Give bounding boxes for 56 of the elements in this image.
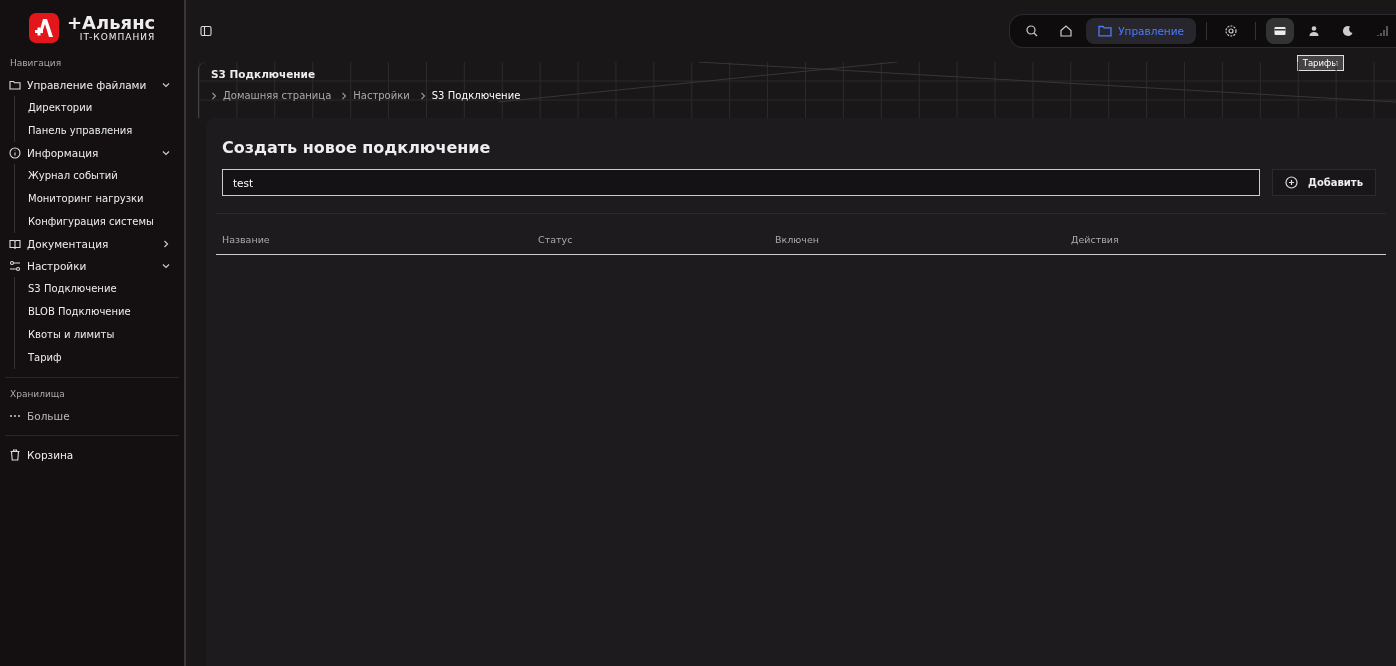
nav-subitem[interactable]: Директории (28, 96, 179, 119)
nav-subitem[interactable]: Конфигурация системы (28, 210, 179, 233)
add-button[interactable]: Добавить (1272, 169, 1376, 196)
manage-button[interactable]: Управление (1086, 18, 1196, 44)
column-header: Статус (538, 234, 574, 245)
chevron-icon (341, 91, 348, 100)
folder-icon (9, 79, 21, 91)
column-header: Включен (775, 234, 820, 245)
logo-icon (29, 13, 59, 43)
home-icon (1059, 24, 1074, 38)
logo-name: +Альянс (67, 14, 156, 32)
input-field[interactable]: test (222, 169, 1261, 196)
column-header: Название (222, 234, 271, 245)
book-icon (9, 238, 21, 250)
more-item[interactable]: Больше (5, 405, 179, 427)
breadcrumb-link[interactable]: Настройки (353, 90, 410, 101)
chevron-icon (161, 80, 171, 90)
breadcrumb-link[interactable]: S3 Подключение (431, 90, 521, 101)
chevron-icon (161, 239, 171, 249)
nav-subitem[interactable]: BLOB Подключение (28, 300, 179, 323)
nav-subitem[interactable]: S3 Подключение (28, 277, 179, 300)
section-label: Навигация (9, 57, 63, 70)
nav-subitem[interactable]: Мониторинг нагрузки (28, 187, 179, 210)
column-header: Действия (1071, 234, 1120, 245)
signal-icon (1375, 24, 1389, 38)
search-icon (1025, 24, 1040, 38)
nav-item[interactable]: Настройки (5, 255, 179, 277)
settings-icon (1224, 24, 1238, 38)
nav-item[interactable]: Управление файлами (5, 74, 179, 96)
card-icon (1273, 24, 1287, 38)
sliders-icon (9, 260, 21, 272)
plus-circle-icon (1285, 176, 1299, 189)
chevron-icon (161, 261, 171, 271)
sidebar-toggle-icon[interactable] (200, 25, 212, 37)
page-title: S3 Подключение (211, 68, 317, 80)
chevron-icon (161, 148, 171, 158)
moon-icon (1341, 24, 1355, 38)
nav-subitem[interactable]: Квоты и лимиты (28, 323, 179, 346)
section-label: Хранилища (9, 388, 66, 401)
nav-item[interactable]: Информация (5, 142, 179, 164)
nav-item[interactable]: Документация (5, 233, 179, 255)
card-button[interactable] (1266, 18, 1294, 44)
user-icon (1307, 24, 1321, 38)
info-icon (9, 147, 21, 159)
nav-subitem[interactable]: Панель управления (28, 119, 179, 142)
breadcrumb-link[interactable]: Домашняя страница (223, 90, 332, 101)
chevron-icon (211, 91, 217, 100)
logo-subtitle: IT-КОМПАНИЯ (79, 33, 156, 42)
card-title: Создать новое подключение (222, 138, 492, 157)
trash-item[interactable]: Корзина (5, 444, 179, 466)
nav-subitem[interactable]: Тариф (28, 346, 179, 369)
trash-icon (9, 449, 21, 461)
chevron-icon (419, 91, 426, 100)
nav-subitem[interactable]: Журнал событий (28, 164, 179, 187)
tooltip: Тарифы (1296, 55, 1344, 71)
folder-icon (1098, 25, 1113, 37)
